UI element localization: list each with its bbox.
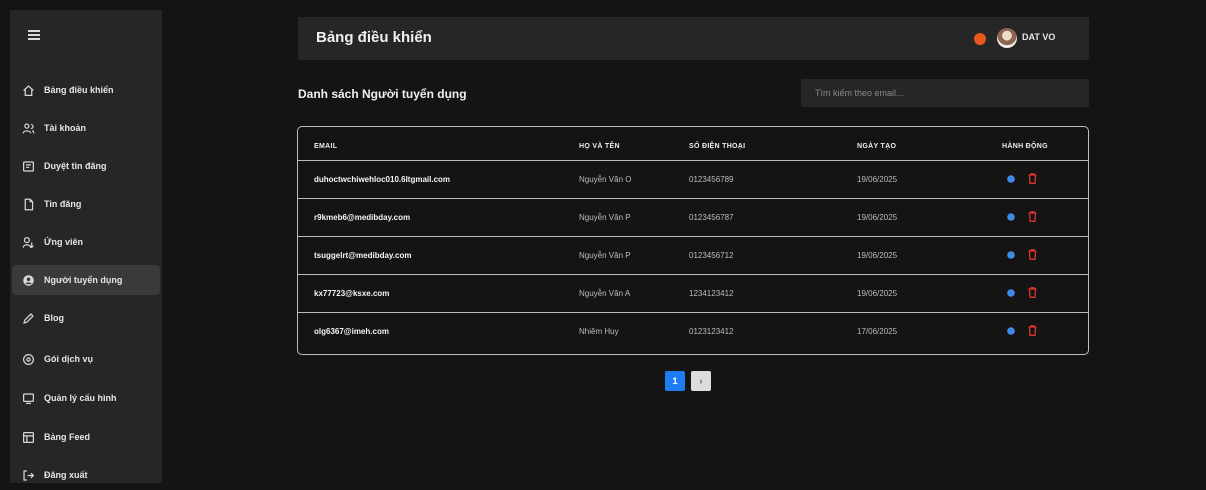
email-cell: r9kmeb6@medibday.com <box>314 213 411 222</box>
sidebar-item-label: Người tuyển dụng <box>44 275 123 285</box>
candidate-icon <box>20 234 36 250</box>
sidebar-item-feed[interactable]: Bảng Feed <box>12 422 160 452</box>
row-actions <box>1006 325 1037 336</box>
email-cell: kx77723@ksxe.com <box>314 289 390 298</box>
row-actions <box>1006 211 1037 222</box>
view-icon[interactable] <box>1006 326 1016 336</box>
trash-icon[interactable] <box>1028 325 1037 336</box>
column-header-phone: SỐ ĐIỆN THOẠI <box>689 143 746 150</box>
phone-cell: 0123456787 <box>689 213 734 222</box>
review-posts-icon <box>20 158 36 174</box>
column-header-email: EMAIL <box>314 143 338 150</box>
users-icon <box>20 120 36 136</box>
page-1-button[interactable]: 1 <box>665 371 685 391</box>
document-icon <box>20 196 36 212</box>
date-cell: 19/06/2025 <box>857 213 898 222</box>
pen-icon <box>20 310 36 326</box>
service-package-icon <box>20 351 36 367</box>
phone-cell: 0123456789 <box>689 175 734 184</box>
table-row: olg6367@imeh.com Nhiêm Huy 0123123412 17… <box>298 312 1088 350</box>
view-icon[interactable] <box>1006 212 1016 222</box>
trash-icon[interactable] <box>1028 173 1037 184</box>
sidebar-item-label: Bảng điều khiển <box>44 85 114 95</box>
email-cell: duhoctwchiwehloc010.6ltgmail.com <box>314 175 451 184</box>
sidebar-item-review-posts[interactable]: Duyệt tin đăng <box>12 151 160 181</box>
sidebar-item-logout[interactable]: Đăng xuất <box>12 460 160 490</box>
sidebar-item-label: Tin đăng <box>44 199 82 209</box>
email-cell: olg6367@imeh.com <box>314 327 389 336</box>
row-actions <box>1006 173 1037 184</box>
feed-icon <box>20 429 36 445</box>
logout-icon <box>20 467 36 483</box>
sidebar-item-dashboard[interactable]: Bảng điều khiển <box>12 75 160 105</box>
date-cell: 17/06/2025 <box>857 327 898 336</box>
sidebar-item-label: Blog <box>44 313 64 323</box>
next-page-button[interactable]: › <box>691 371 711 391</box>
date-cell: 19/06/2025 <box>857 251 898 260</box>
recruiter-icon <box>20 272 36 288</box>
column-header-name: HỌ VÀ TÊN <box>579 143 620 150</box>
sidebar-item-label: Ứng viên <box>44 237 83 247</box>
view-icon[interactable] <box>1006 174 1016 184</box>
sidebar: Bảng điều khiển Tài khoản Duyệt tin đăng… <box>10 10 162 483</box>
trash-icon[interactable] <box>1028 249 1037 260</box>
phone-cell: 0123456712 <box>689 251 734 260</box>
settings-panel-icon <box>20 390 36 406</box>
name-cell: Nhiêm Huy <box>579 327 619 336</box>
table-header: EMAIL HỌ VÀ TÊN SỐ ĐIỆN THOẠI NGÀY TẠO H… <box>298 127 1088 163</box>
hamburger-menu-icon[interactable] <box>28 30 40 40</box>
top-header: Bảng điều khiển DAT VO <box>298 17 1089 60</box>
sidebar-item-label: Bảng Feed <box>44 432 91 442</box>
name-cell: Nguyễn Văn O <box>579 175 632 184</box>
trash-icon[interactable] <box>1028 211 1037 222</box>
sidebar-item-posts[interactable]: Tin đăng <box>12 189 160 219</box>
trash-icon[interactable] <box>1028 287 1037 298</box>
date-cell: 19/06/2025 <box>857 175 898 184</box>
sidebar-item-label: Gói dịch vụ <box>44 354 94 364</box>
name-cell: Nguyễn Văn P <box>579 251 631 260</box>
date-cell: 19/06/2025 <box>857 289 898 298</box>
section-title: Danh sách Người tuyển dụng <box>298 87 467 101</box>
sidebar-item-recruiters[interactable]: Người tuyển dụng <box>12 265 160 295</box>
sidebar-item-candidates[interactable]: Ứng viên <box>12 227 160 257</box>
sidebar-item-label: Tài khoản <box>44 123 87 133</box>
notification-icon[interactable] <box>974 33 986 45</box>
sidebar-item-blog[interactable]: Blog <box>12 303 160 333</box>
sidebar-item-label: Đăng xuất <box>44 470 88 480</box>
table-row: duhoctwchiwehloc010.6ltgmail.com Nguyễn … <box>298 160 1088 198</box>
name-cell: Nguyễn Văn P <box>579 213 631 222</box>
sidebar-item-config[interactable]: Quản lý cấu hình <box>12 383 160 413</box>
phone-cell: 0123123412 <box>689 327 734 336</box>
column-header-created: NGÀY TẠO <box>857 143 897 150</box>
sidebar-item-label: Quản lý cấu hình <box>44 393 117 403</box>
table-row: tsuggelrt@medibday.com Nguyễn Văn P 0123… <box>298 236 1088 274</box>
table-row: r9kmeb6@medibday.com Nguyễn Văn P 012345… <box>298 198 1088 236</box>
home-icon <box>20 82 36 98</box>
search-input[interactable] <box>801 79 1089 107</box>
avatar[interactable] <box>997 28 1017 48</box>
view-icon[interactable] <box>1006 250 1016 260</box>
name-cell: Nguyễn Văn A <box>579 289 631 298</box>
user-name[interactable]: DAT VO <box>1022 32 1055 42</box>
sidebar-item-service-packages[interactable]: Gói dịch vụ <box>12 344 160 374</box>
page-title: Bảng điều khiển <box>316 29 432 46</box>
sidebar-item-accounts[interactable]: Tài khoản <box>12 113 160 143</box>
view-icon[interactable] <box>1006 288 1016 298</box>
phone-cell: 1234123412 <box>689 289 734 298</box>
sidebar-item-label: Duyệt tin đăng <box>44 161 107 171</box>
email-cell: tsuggelrt@medibday.com <box>314 251 412 260</box>
row-actions <box>1006 249 1037 260</box>
pagination: 1 › <box>665 371 711 391</box>
recruiter-table: EMAIL HỌ VÀ TÊN SỐ ĐIỆN THOẠI NGÀY TẠO H… <box>297 126 1089 355</box>
row-actions <box>1006 287 1037 298</box>
column-header-actions: HÀNH ĐỘNG <box>1002 143 1048 150</box>
table-row: kx77723@ksxe.com Nguyễn Văn A 1234123412… <box>298 274 1088 312</box>
